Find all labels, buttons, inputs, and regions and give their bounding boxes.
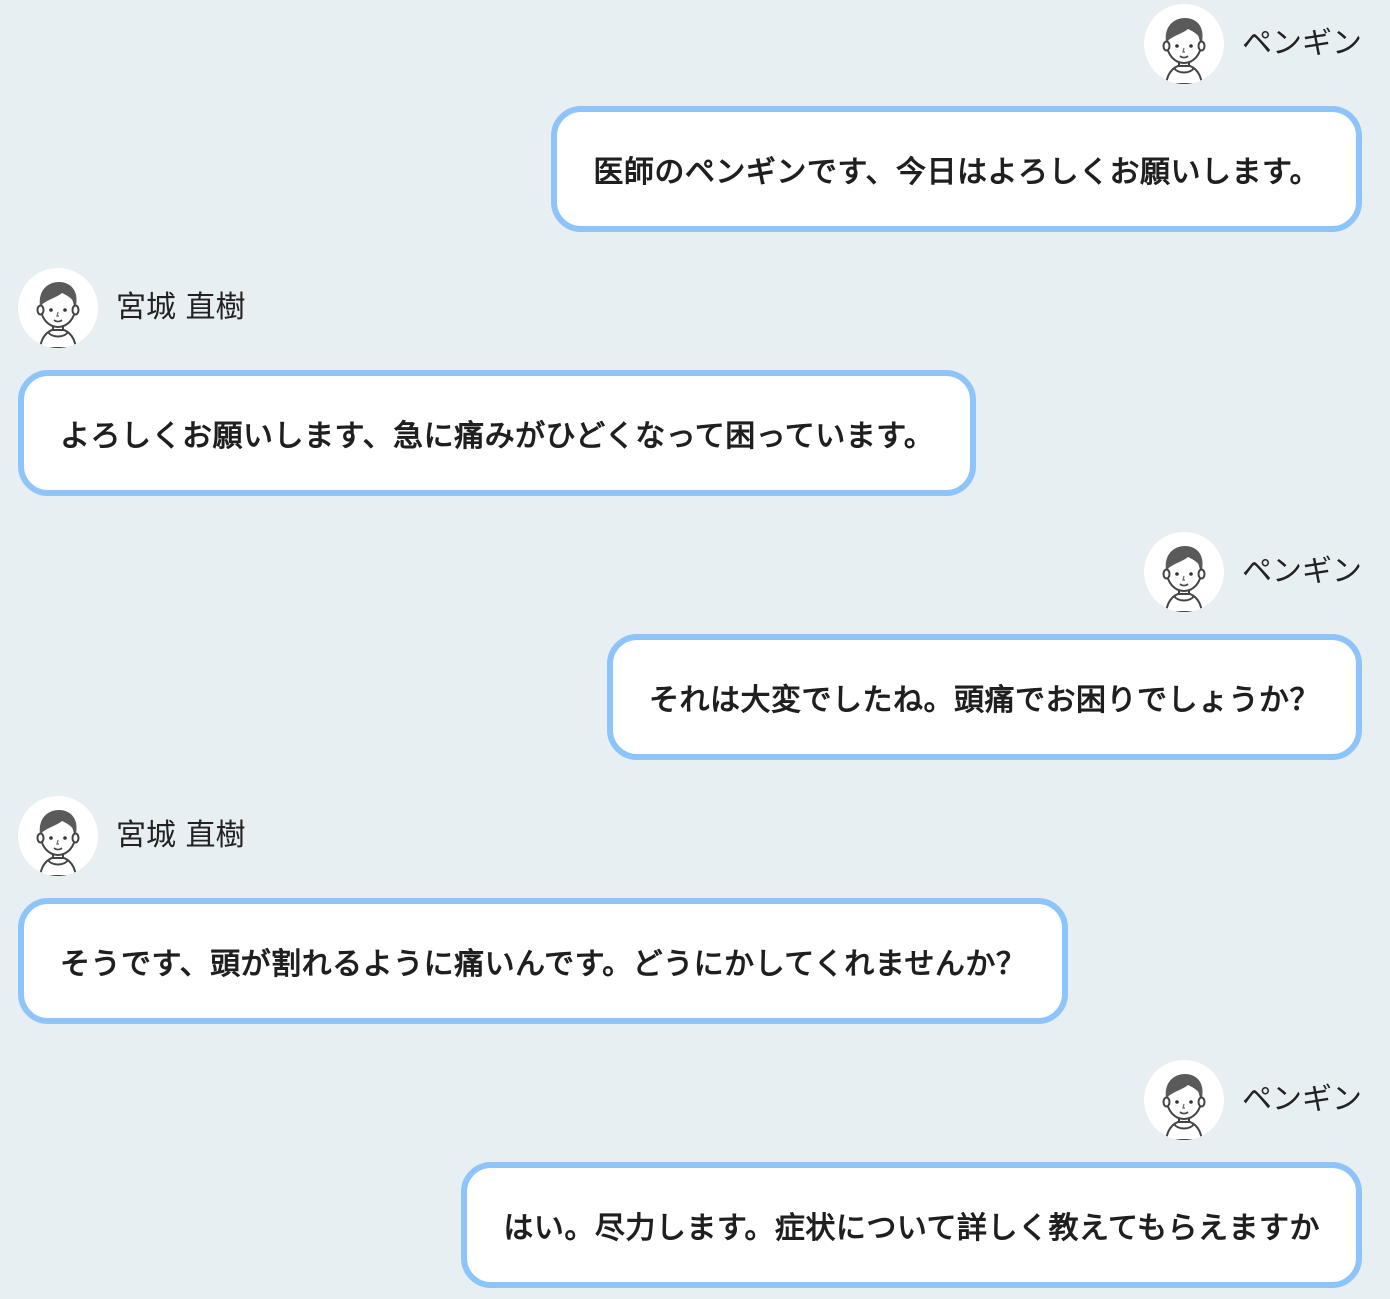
message-bubble: 医師のペンギンです、今日はよろしくお願いします。 [551,106,1362,232]
person-avatar-icon [18,796,98,876]
message-header: ペンギン [1144,532,1362,612]
person-avatar-icon [18,268,98,348]
speaker-name: ペンギン [1242,1082,1362,1117]
speaker-name: ペンギン [1242,26,1362,61]
message-header: ペンギン [1144,1060,1362,1140]
message-header: ペンギン [1144,4,1362,84]
message-header: 宮城 直樹 [18,268,246,348]
message-header: 宮城 直樹 [18,796,246,876]
message-bubble: そうです、頭が割れるように痛いんです。どうにかしてくれませんか？ [18,898,1069,1024]
person-avatar-icon [1144,1060,1224,1140]
message-bubble: よろしくお願いします、急に痛みがひどくなって困っています。 [18,370,977,496]
speaker-name: 宮城 直樹 [116,818,246,853]
message-bubble: それは大変でしたね。頭痛でお困りでしょうか？ [607,634,1362,760]
message-bubble: はい。尽力します。症状について詳しく教えてもらえますか [461,1162,1362,1288]
person-avatar-icon [1144,4,1224,84]
speaker-name: ペンギン [1242,554,1362,589]
person-avatar-icon [1144,532,1224,612]
speaker-name: 宮城 直樹 [116,290,246,325]
